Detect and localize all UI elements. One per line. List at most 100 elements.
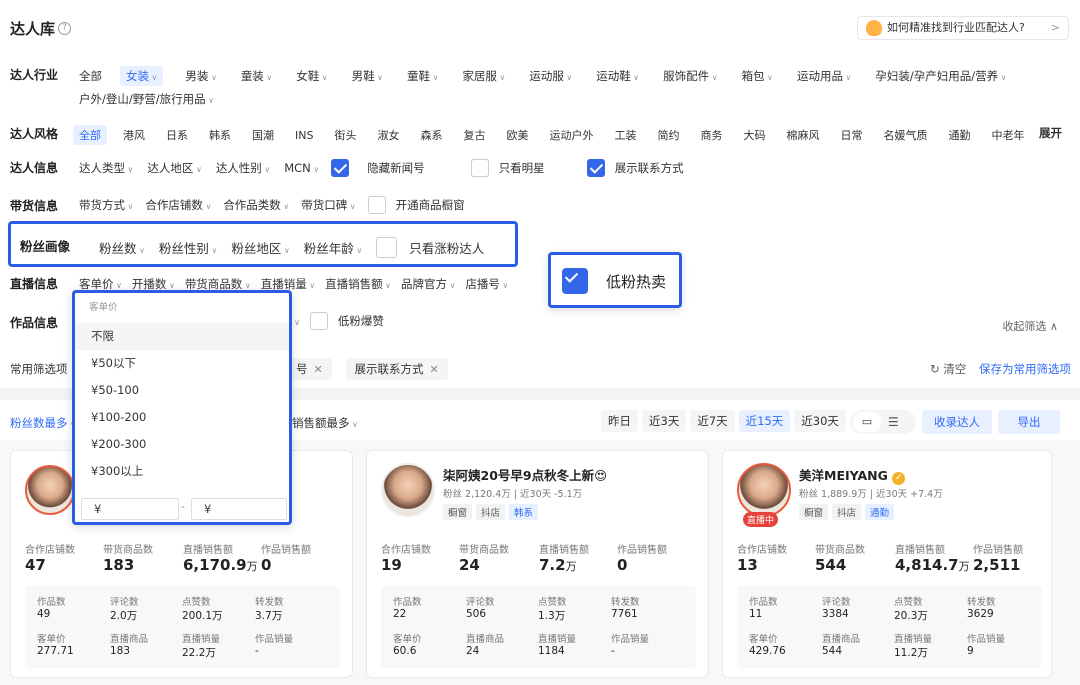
showcase-label: 开通商品橱窗 [395,198,465,212]
industry-homewear[interactable]: 家居服 [462,68,505,84]
price-min-input[interactable]: ¥ [81,498,179,520]
only-growing-checkbox[interactable] [376,237,398,258]
list-view-icon[interactable]: ☰ [888,412,899,432]
style-item[interactable]: 欧美 [506,127,528,143]
sales-method-dropdown[interactable]: 带货方式 [79,197,133,213]
industry-womens[interactable]: 女装 [120,66,164,86]
industry-outdoor[interactable]: 户外/登山/野营/旅行用品 [79,91,214,107]
grid-view-icon[interactable]: ▭ [853,412,881,432]
view-toggle[interactable]: ▭ ☰ [850,410,916,434]
fans-count-dropdown[interactable]: 粉丝数 [99,238,145,257]
export-button[interactable]: 导出 [998,410,1060,434]
creator-name[interactable]: 柒阿姨20号早9点秋冬上新😍 [443,465,607,484]
style-item[interactable]: 通勤 [948,127,970,143]
industry-maternity[interactable]: 孕妇装/孕产妇用品/营养 [875,68,1006,84]
industry-bags[interactable]: 箱包 [742,68,773,84]
fans-line: 粉丝 1,889.9万 | 近30天 +7.4万 [799,489,943,500]
style-item[interactable]: 复古 [463,127,485,143]
industry-mens[interactable]: 男装 [185,68,216,84]
tag: 通勤 [865,504,895,520]
style-item[interactable]: 韩系 [209,127,231,143]
style-item[interactable]: 中老年 [991,127,1024,143]
style-item[interactable]: 简约 [657,127,679,143]
style-item[interactable]: INS [295,129,313,142]
collect-creator-button[interactable]: 收录达人 [922,410,992,434]
only-growing-label: 只看涨粉达人 [409,241,485,256]
creator-card[interactable]: 柒阿姨20号早9点秋冬上新😍 粉丝 2,120.4万 | 近30天 -5.1万 … [366,450,709,678]
creator-region-dropdown[interactable]: 达人地区 [147,160,201,176]
live-revenue-dropdown[interactable]: 直播销售额 [325,276,391,292]
creator-card[interactable]: 直播中 美洋MEIYANG ✓ 粉丝 1,889.9万 | 近30天 +7.4万… [722,450,1052,678]
industry-all[interactable]: 全部 [79,68,102,84]
hand-icon [866,20,882,36]
industry-kids-shoes[interactable]: 童鞋 [407,68,438,84]
price-option[interactable]: ¥200-300 [75,431,289,458]
clear-button[interactable]: ↻ 清空 [930,361,966,377]
low-fans-hot-checkbox[interactable] [562,268,588,294]
tag: 橱窗 [799,504,829,520]
brand-official-dropdown[interactable]: 品牌官方 [401,276,455,292]
style-item[interactable]: 街头 [334,127,356,143]
price-max-input[interactable]: ¥ [191,498,287,520]
industry-kids[interactable]: 童装 [241,68,272,84]
style-item[interactable]: 商务 [700,127,722,143]
only-stars-label: 只看明星 [498,161,545,175]
range-3d[interactable]: 近3天 [642,410,687,432]
showcase-checkbox[interactable] [367,196,386,214]
price-option[interactable]: ¥300以上 [75,458,289,485]
sort-revenue-dropdown[interactable]: 销售额最多 [292,415,358,431]
creator-name[interactable]: 美洋MEIYANG ✓ [799,465,906,485]
low-fans-viral-checkbox[interactable] [309,312,328,330]
style-item[interactable]: 棉麻风 [786,127,819,143]
creator-type-dropdown[interactable]: 达人类型 [79,160,133,176]
style-item[interactable]: 森系 [420,127,442,143]
price-option[interactable]: ¥50-100 [75,377,289,404]
industry-sports-goods[interactable]: 运动用品 [797,68,851,84]
price-option[interactable]: ¥50以下 [75,350,289,377]
style-item[interactable]: 大码 [743,127,765,143]
low-fans-hot-highlight: 低粉热卖 [548,252,682,308]
style-item[interactable]: 日常 [840,127,862,143]
save-common-filters[interactable]: 保存为常用筛选项 [979,361,1071,377]
show-contact-checkbox[interactable] [586,159,605,177]
only-stars-checkbox[interactable] [470,159,489,177]
fans-age-dropdown[interactable]: 粉丝年龄 [304,238,362,257]
style-all[interactable]: 全部 [73,125,107,145]
style-item[interactable]: 名媛气质 [883,127,927,143]
industry-match-tip[interactable]: 如何精准找到行业匹配达人? > [857,16,1069,40]
shop-count-dropdown[interactable]: 合作店铺数 [145,197,211,213]
price-option[interactable]: 不限 [75,323,289,350]
range-30d[interactable]: 近30天 [794,410,846,432]
style-item[interactable]: 港风 [123,127,145,143]
style-expand-link[interactable]: 展开 [1039,125,1062,141]
store-account-dropdown[interactable]: 店播号 [465,276,508,292]
style-item[interactable]: 运动户外 [549,127,593,143]
industry-sneakers[interactable]: 运动鞋 [596,68,639,84]
industry-mens-shoes[interactable]: 男鞋 [352,68,383,84]
works-dropdown[interactable] [294,314,300,328]
filter-chip[interactable]: 号 ✕ [290,358,332,380]
style-item[interactable]: 日系 [166,127,188,143]
style-item[interactable]: 工装 [614,127,636,143]
filter-chip[interactable]: 展示联系方式 ✕ [345,358,448,380]
collapse-filters[interactable]: 收起筛选 ∧ [1002,318,1058,334]
industry-womens-shoes[interactable]: 女鞋 [296,68,327,84]
help-icon[interactable]: ? [58,22,71,35]
category-count-dropdown[interactable]: 合作品类数 [223,197,289,213]
sales-reputation-dropdown[interactable]: 带货口碑 [301,197,355,213]
style-item[interactable]: 淑女 [377,127,399,143]
price-option[interactable]: ¥100-200 [75,404,289,431]
metrics-box: 作品数 49 评论数 2.0万 点赞数 200.1万 转发数 3.7万 客单价 277.7… [25,586,340,668]
hide-news-checkbox[interactable] [331,159,350,177]
style-item[interactable]: 国潮 [252,127,274,143]
range-7d[interactable]: 近7天 [690,410,735,432]
sort-fans-dropdown[interactable]: 粉丝数最多 [10,415,76,431]
creator-gender-dropdown[interactable]: 达人性别 [216,160,270,176]
fans-gender-dropdown[interactable]: 粉丝性别 [159,238,217,257]
range-15d[interactable]: 近15天 [738,410,791,432]
range-yesterday[interactable]: 昨日 [601,410,638,432]
industry-accessories[interactable]: 服饰配件 [663,68,717,84]
fans-region-dropdown[interactable]: 粉丝地区 [231,238,289,257]
industry-sportswear[interactable]: 运动服 [529,68,572,84]
mcn-dropdown[interactable]: MCN [284,161,319,175]
